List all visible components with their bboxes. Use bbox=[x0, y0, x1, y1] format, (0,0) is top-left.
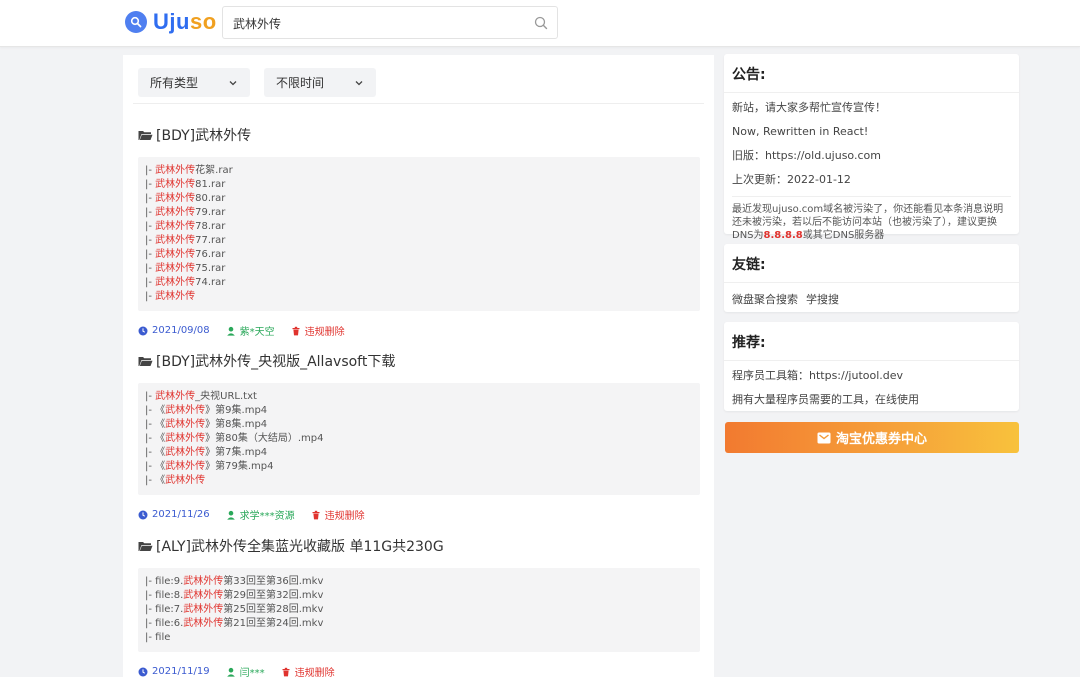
result-meta: 2021/09/08 紫*天空 违规删除 bbox=[138, 323, 700, 338]
dns-notice: 最近发现ujuso.com域名被污染了，你还能看见本条消息说明还未被污染，若以后… bbox=[732, 196, 1011, 242]
top-header: Ujuso bbox=[0, 0, 1080, 47]
notice-card: 公告: 新站，请大家多帮忙宣传宣传！ Now, Rewritten in Rea… bbox=[724, 54, 1019, 241]
file-entry: |- 《武林外传》第79集.mp4 bbox=[145, 461, 274, 472]
folder-icon bbox=[138, 542, 153, 551]
friend-links-title: 友链: bbox=[724, 244, 1019, 283]
file-entry: |- file:6.武林外传第21回至第24回.mkv bbox=[145, 618, 324, 629]
file-list: |- file:9.武林外传第33回至第36回.mkv |- file:8.武林… bbox=[138, 568, 700, 652]
user-icon bbox=[226, 326, 235, 336]
file-entry: |- 武林外传76.rar bbox=[145, 249, 226, 260]
results-panel: 所有类型 不限时间 [BDY]武林外传 |- 武林外传花絮.rar |- 武林外… bbox=[123, 55, 714, 677]
logo-search-icon bbox=[125, 11, 147, 33]
clock-icon bbox=[138, 326, 148, 335]
report-button[interactable]: 违规删除 bbox=[281, 664, 335, 677]
report-button[interactable]: 违规删除 bbox=[311, 507, 365, 522]
clock-icon bbox=[138, 667, 148, 676]
report-button[interactable]: 违规删除 bbox=[291, 323, 345, 338]
clock-icon bbox=[138, 510, 148, 519]
notice-line: Now, Rewritten in React! bbox=[732, 125, 869, 138]
result-uploader[interactable]: 紫*天空 bbox=[226, 323, 275, 338]
user-icon bbox=[226, 667, 235, 677]
search-icon[interactable] bbox=[533, 15, 549, 31]
file-entry: |- 武林外传74.rar bbox=[145, 277, 226, 288]
chevron-down-icon bbox=[229, 80, 237, 85]
file-entry: |- 《武林外传》第9集.mp4 bbox=[145, 405, 268, 416]
file-entry: |- 《武林外传 bbox=[145, 475, 206, 486]
file-entry: |- 《武林外传》第8集.mp4 bbox=[145, 419, 268, 430]
recommend-line: 拥有大量程序员需要的工具，在线使用 bbox=[732, 393, 919, 406]
file-entry: |- file:7.武林外传第25回至第28回.mkv bbox=[145, 604, 324, 615]
friend-links-card: 友链: 微盘聚合搜索 学搜搜 bbox=[724, 244, 1019, 312]
type-filter-label: 所有类型 bbox=[150, 76, 199, 90]
result-meta: 2021/11/26 求学***资源 违规删除 bbox=[138, 507, 700, 522]
recommend-title: 推荐: bbox=[724, 322, 1019, 361]
file-entry: |- 武林外传75.rar bbox=[145, 263, 226, 274]
result-meta: 2021/11/19 闫*** 违规删除 bbox=[138, 664, 700, 677]
file-entry: |- file:9.武林外传第33回至第36回.mkv bbox=[145, 576, 324, 587]
search-input[interactable] bbox=[233, 13, 523, 33]
file-list: |- 武林外传_央视URL.txt |- 《武林外传》第9集.mp4 |- 《武… bbox=[138, 383, 700, 495]
result-item: [BDY]武林外传 |- 武林外传花絮.rar |- 武林外传81.rar |-… bbox=[138, 125, 700, 338]
folder-icon bbox=[138, 357, 153, 366]
friend-link[interactable]: 微盘聚合搜索 bbox=[732, 293, 798, 306]
result-uploader[interactable]: 闫*** bbox=[226, 664, 265, 677]
mail-icon bbox=[817, 432, 831, 443]
search-box bbox=[222, 6, 558, 39]
logo-text: Ujuso bbox=[153, 9, 217, 34]
result-date: 2021/11/26 bbox=[138, 509, 210, 520]
friend-link[interactable]: 学搜搜 bbox=[806, 293, 839, 306]
filter-bar: 所有类型 不限时间 bbox=[138, 68, 376, 97]
file-entry: |- 武林外传 bbox=[145, 291, 196, 302]
notice-title: 公告: bbox=[724, 54, 1019, 93]
file-entry: |- 武林外传77.rar bbox=[145, 235, 226, 246]
file-entry: |- 武林外传_央视URL.txt bbox=[145, 391, 257, 402]
result-title-link[interactable]: [BDY]武林外传 bbox=[138, 125, 700, 145]
result-date: 2021/09/08 bbox=[138, 325, 210, 336]
folder-icon bbox=[138, 131, 153, 140]
divider bbox=[133, 103, 704, 104]
result-date: 2021/11/19 bbox=[138, 666, 210, 677]
taobao-coupon-button[interactable]: 淘宝优惠券中心 bbox=[725, 422, 1019, 453]
notice-line: 旧版：https://old.ujuso.com bbox=[732, 149, 881, 162]
result-title-link[interactable]: [ALY]武林外传全集蓝光收藏版 单11G共230G bbox=[138, 536, 700, 556]
file-entry: |- 武林外传花絮.rar bbox=[145, 165, 233, 176]
trash-icon bbox=[292, 326, 300, 335]
user-icon bbox=[226, 510, 235, 520]
trash-icon bbox=[312, 510, 320, 519]
result-item: [BDY]武林外传_央视版_Allavsoft下载 |- 武林外传_央视URL.… bbox=[138, 351, 700, 522]
file-list: |- 武林外传花絮.rar |- 武林外传81.rar |- 武林外传80.ra… bbox=[138, 157, 700, 311]
chevron-down-icon bbox=[355, 80, 363, 85]
file-entry: |- 武林外传81.rar bbox=[145, 179, 226, 190]
type-filter-select[interactable]: 所有类型 bbox=[138, 68, 250, 97]
file-entry: |- 武林外传80.rar bbox=[145, 193, 226, 204]
recommend-card: 推荐: 程序员工具箱：https://jutool.dev 拥有大量程序员需要的… bbox=[724, 322, 1019, 411]
notice-line: 上次更新：2022-01-12 bbox=[732, 173, 851, 186]
file-entry: |- 武林外传79.rar bbox=[145, 207, 226, 218]
file-entry: |- 武林外传78.rar bbox=[145, 221, 226, 232]
time-filter-label: 不限时间 bbox=[276, 76, 325, 90]
notice-line: 新站，请大家多帮忙宣传宣传！ bbox=[732, 101, 886, 114]
result-title-link[interactable]: [BDY]武林外传_央视版_Allavsoft下载 bbox=[138, 351, 700, 371]
file-entry: |- file:8.武林外传第29回至第32回.mkv bbox=[145, 590, 324, 601]
file-entry: |- file bbox=[145, 632, 171, 643]
trash-icon bbox=[282, 667, 290, 676]
time-filter-select[interactable]: 不限时间 bbox=[264, 68, 376, 97]
file-entry: |- 《武林外传》第80集（大结局）.mp4 bbox=[145, 433, 324, 444]
recommend-line[interactable]: 程序员工具箱：https://jutool.dev bbox=[732, 364, 1011, 388]
result-item: [ALY]武林外传全集蓝光收藏版 单11G共230G |- file:9.武林外… bbox=[138, 536, 700, 677]
site-logo[interactable]: Ujuso bbox=[125, 9, 217, 35]
file-entry: |- 《武林外传》第7集.mp4 bbox=[145, 447, 268, 458]
result-uploader[interactable]: 求学***资源 bbox=[226, 507, 295, 522]
